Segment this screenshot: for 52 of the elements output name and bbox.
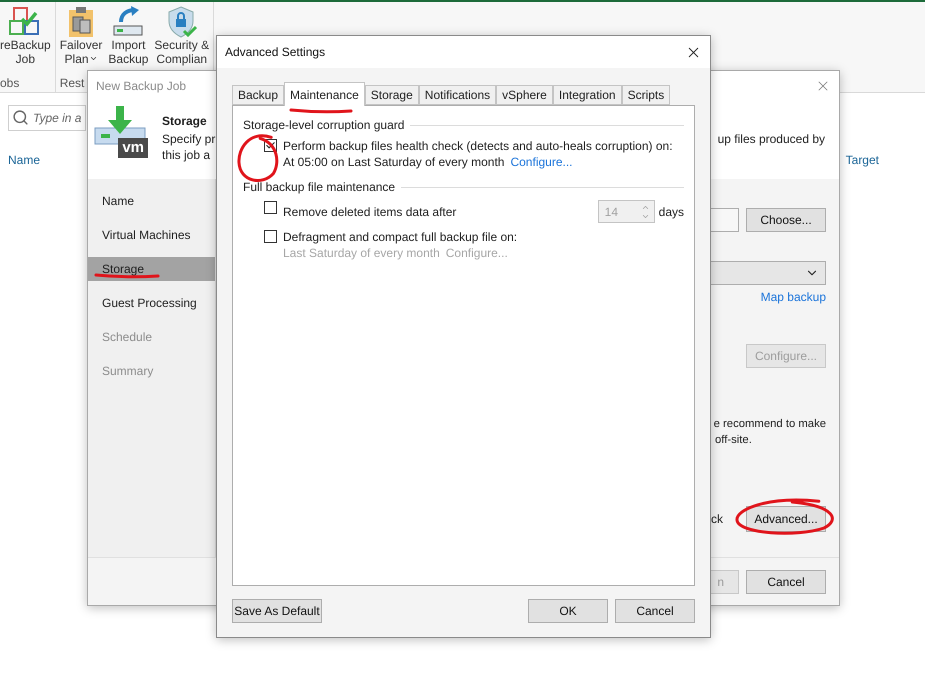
ok-button[interactable]: OK xyxy=(528,599,608,623)
import-backup-icon xyxy=(113,6,144,38)
wizard-step[interactable]: Virtual Machines xyxy=(88,223,215,247)
unit-label: days xyxy=(658,204,684,220)
section-title: Full backup file maintenance xyxy=(243,180,396,194)
checkbox[interactable] xyxy=(264,230,277,243)
configure-link[interactable]: Configure... xyxy=(510,154,573,170)
step-description: Specify pr xyxy=(162,131,216,147)
ribbon-button[interactable]: Import Backup xyxy=(108,2,148,76)
choose-button[interactable]: Choose... xyxy=(746,208,826,232)
ribbon-button[interactable]: Security & Complian xyxy=(154,2,210,76)
note-text: e recommend to make xyxy=(714,417,826,432)
ribbon-button[interactable]: reBackup Job xyxy=(0,2,51,76)
tab[interactable]: Integration xyxy=(552,85,622,105)
wizard-step[interactable]: Name xyxy=(88,189,215,213)
tab[interactable]: Backup xyxy=(232,85,284,105)
section-title: Storage-level corruption guard xyxy=(243,118,404,132)
search-icon xyxy=(12,109,29,126)
tab[interactable]: Notifications xyxy=(418,85,496,105)
wizard-step[interactable]: Guest Processing xyxy=(88,291,215,315)
option-label: Remove deleted items data after xyxy=(283,204,456,220)
schedule-text: At 05:00 on Last Saturday of every month xyxy=(283,154,504,170)
column-header[interactable]: Target xyxy=(846,153,879,167)
option-label: Perform backup files health check (detects and auto-heals corruption) on: xyxy=(283,138,673,154)
note-text: off-site. xyxy=(715,433,752,448)
schedule-text: Last Saturday of every month xyxy=(283,245,440,261)
step-title: Storage xyxy=(162,113,207,130)
option-label: Defragment and compact full backup file on: xyxy=(283,229,518,245)
tab[interactable]: Scripts xyxy=(622,85,670,105)
clipboard-icon xyxy=(67,6,96,38)
cancel-button[interactable]: Cancel xyxy=(746,570,826,594)
search-field[interactable]: Type in a xyxy=(8,105,86,131)
cancel-button[interactable]: Cancel xyxy=(615,599,695,623)
ribbon-button[interactable]: Failover Plan xyxy=(60,2,102,76)
check-icon xyxy=(265,140,276,151)
window-title: New Backup Job xyxy=(96,79,186,93)
map-backup-link[interactable]: Map backup xyxy=(760,290,826,304)
ribbon-group-label: obs xyxy=(0,76,20,92)
advanced-button[interactable]: Advanced... xyxy=(746,506,826,532)
shield-lock-icon xyxy=(166,6,197,38)
caret-icon xyxy=(88,54,98,63)
wizard-step[interactable]: Storage xyxy=(88,257,215,281)
dialog-title: Advanced Settings xyxy=(225,45,326,59)
step-description: this job a xyxy=(162,147,210,163)
save-as-default-button[interactable]: Save As Default xyxy=(232,599,322,623)
step-description: up files produced by xyxy=(718,131,825,147)
label-text: ck xyxy=(711,512,723,526)
tab[interactable]: vSphere xyxy=(496,85,553,105)
ribbon-group-label: Rest xyxy=(60,76,84,92)
column-header[interactable]: Name xyxy=(8,153,40,167)
tab[interactable]: Storage xyxy=(364,85,419,105)
checkbox[interactable] xyxy=(264,201,277,214)
